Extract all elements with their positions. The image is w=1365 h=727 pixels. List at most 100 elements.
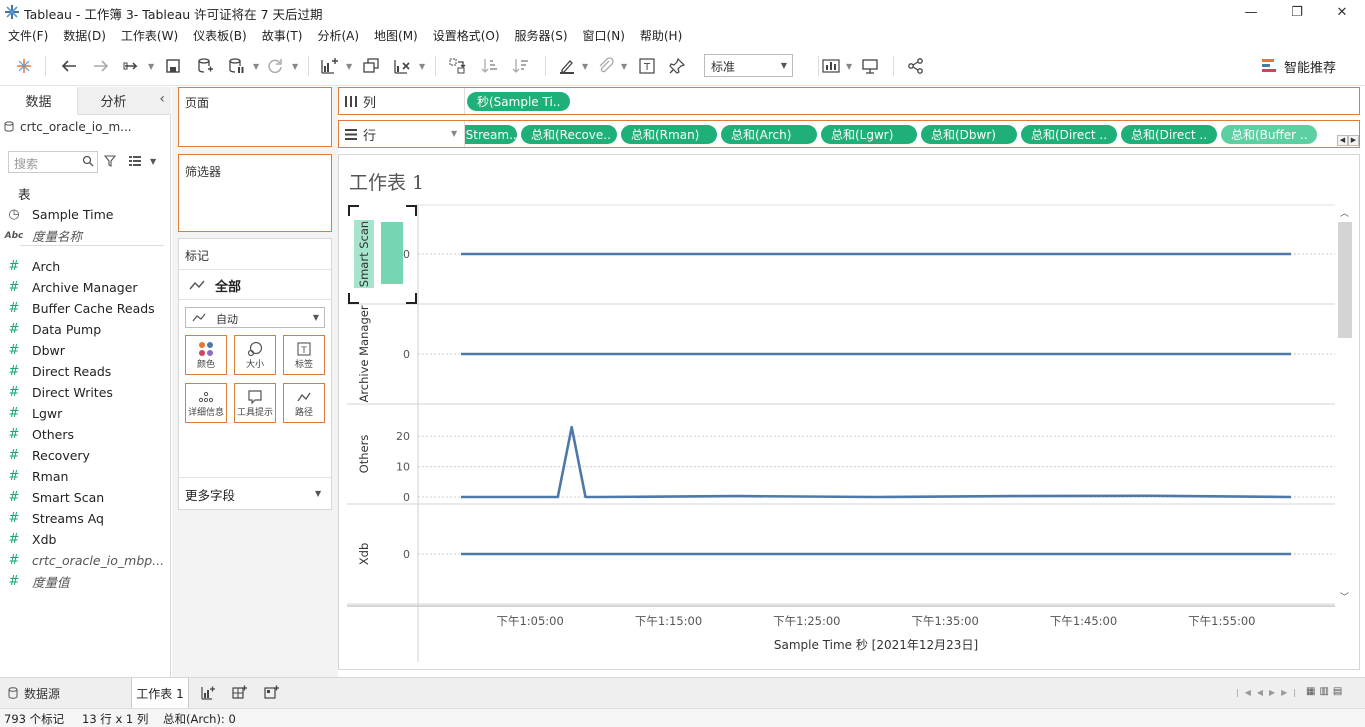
label-button[interactable]: T 标签 [283, 335, 325, 375]
field-item[interactable]: # Rman [0, 466, 171, 487]
pause-update-icon[interactable] [225, 55, 247, 77]
menu-window[interactable]: 窗口(N) [578, 27, 630, 44]
smart-recommend-button[interactable]: 智能推荐 [1262, 56, 1336, 76]
field-item[interactable]: # Others [0, 424, 171, 445]
field-item[interactable]: # Direct Reads [0, 361, 171, 382]
size-button[interactable]: 大小 [234, 335, 276, 375]
scroll-right-button[interactable]: ▶ [1348, 135, 1359, 146]
refresh-icon[interactable] [264, 55, 286, 77]
menu-data[interactable]: 数据(D) [58, 27, 111, 44]
tab-analysis[interactable]: 分析 ‹ [78, 87, 171, 115]
field-item[interactable]: # Smart Scan [0, 487, 171, 508]
save-icon[interactable] [162, 55, 184, 77]
chevron-down-icon[interactable]: ▼ [148, 62, 154, 71]
chevron-down-icon[interactable]: ▼ [846, 62, 852, 71]
share-icon[interactable] [905, 55, 927, 77]
rows-pill[interactable]: 总和(Direct .. [1121, 125, 1217, 144]
menu-help[interactable]: 帮助(H) [635, 27, 687, 44]
path-button[interactable]: 路径 [283, 383, 325, 423]
new-worksheet-icon[interactable] [200, 685, 216, 701]
chevron-down-icon[interactable]: ▼ [315, 489, 321, 498]
more-fields-label[interactable]: 更多字段 [185, 485, 235, 504]
detail-button[interactable]: 详细信息 [185, 383, 227, 423]
menu-server[interactable]: 服务器(S) [510, 27, 573, 44]
chevron-down-icon[interactable]: ▼ [253, 62, 259, 71]
replay-icon[interactable] [120, 55, 142, 77]
sheet-tab-1[interactable]: 工作表 1 [131, 678, 189, 708]
scroll-down-icon[interactable]: ﹀ [1340, 590, 1349, 603]
field-item[interactable]: # Streams Aq [0, 508, 171, 529]
new-worksheet-icon[interactable] [318, 55, 340, 77]
tooltip-button[interactable]: 工具提示 [234, 383, 276, 423]
mark-type-select[interactable]: 自动 ▼ [185, 307, 325, 328]
rows-shelf[interactable]: (Stream.. 总和(Recove.. 总和(Rman) 总和(Arch) 总和(L… [338, 120, 1360, 148]
minimize-button[interactable]: — [1228, 0, 1274, 24]
undo-icon[interactable] [58, 55, 80, 77]
menu-map[interactable]: 地图(M) [369, 27, 423, 44]
chevron-down-icon[interactable]: ▼ [292, 62, 298, 71]
field-item[interactable]: # Xdb [0, 529, 171, 550]
presentation-mode-icon[interactable] [859, 55, 881, 77]
highlight-icon[interactable] [556, 55, 578, 77]
line-chart[interactable]: Smart Scan 0 Archive Manager 0 Others 0 10 20 Xd… [347, 204, 1337, 662]
rows-pill[interactable]: 总和(Arch) [721, 125, 817, 144]
view-list-icon[interactable] [129, 156, 143, 166]
rows-pill[interactable]: 总和(Rman) [621, 125, 717, 144]
show-cards-icon[interactable] [820, 55, 842, 77]
field-item[interactable]: # Lgwr [0, 403, 171, 424]
columns-pill[interactable]: 秒(Sample Ti.. [467, 92, 571, 111]
chevron-down-icon[interactable]: ▼ [621, 62, 627, 71]
swap-rows-columns-icon[interactable] [446, 55, 468, 77]
new-datasource-icon[interactable] [194, 55, 216, 77]
chevron-down-icon[interactable]: ▼ [346, 62, 352, 71]
sort-ascending-icon[interactable] [479, 55, 501, 77]
chevron-down-icon[interactable]: ▼ [419, 62, 425, 71]
new-dashboard-icon[interactable] [232, 685, 248, 701]
menu-analysis[interactable]: 分析(A) [312, 27, 364, 44]
rows-pill[interactable]: 总和(Direct .. [1021, 125, 1117, 144]
color-button[interactable]: 颜色 [185, 335, 227, 375]
field-item[interactable]: # Archive Manager [0, 277, 171, 298]
filter-icon[interactable] [104, 155, 116, 167]
group-members-icon[interactable] [595, 55, 617, 77]
field-item[interactable]: # Buffer Cache Reads [0, 298, 171, 319]
new-story-icon[interactable] [264, 685, 280, 701]
menu-format[interactable]: 设置格式(O) [428, 27, 505, 44]
rows-pill[interactable]: 总和(Buffer .. [1221, 125, 1317, 144]
sheet-navigation-icons[interactable]: |◀◀▶▶| [1236, 688, 1302, 697]
fix-axes-pin-icon[interactable] [666, 55, 688, 77]
rows-pill[interactable]: 总和(Dbwr) [921, 125, 1017, 144]
maximize-button[interactable]: ❐ [1274, 0, 1320, 24]
datasource-tab[interactable]: 数据源 [0, 678, 130, 708]
field-item[interactable]: # Dbwr [0, 340, 171, 361]
tableau-home-icon[interactable] [13, 55, 35, 77]
close-button[interactable]: ✕ [1319, 0, 1365, 24]
field-item[interactable]: # crtc_oracle_io_mbp... [0, 550, 171, 571]
fit-select[interactable]: 标准 ▼ [704, 54, 793, 77]
columns-shelf[interactable]: 列 秒(Sample Ti.. [338, 87, 1360, 115]
rows-pill[interactable]: (Stream.. [459, 125, 517, 144]
scroll-left-button[interactable]: ◀ [1337, 135, 1348, 146]
duplicate-sheet-icon[interactable] [360, 55, 382, 77]
filters-shelf[interactable]: 筛选器 [178, 154, 332, 232]
field-item[interactable]: # Data Pump [0, 319, 171, 340]
chevron-down-icon[interactable]: ▼ [150, 157, 156, 166]
show-labels-icon[interactable]: T [636, 55, 658, 77]
scroll-up-icon[interactable]: ︿ [1340, 206, 1349, 219]
marks-all-label[interactable]: 全部 [215, 276, 241, 295]
field-item[interactable]: # Recovery [0, 445, 171, 466]
sort-descending-icon[interactable] [510, 55, 532, 77]
vertical-scrollbar[interactable]: ︿ ﹀ [1337, 206, 1354, 606]
scrollbar-thumb[interactable] [1338, 222, 1352, 338]
menu-dashboard[interactable]: 仪表板(B) [188, 27, 252, 44]
menu-worksheet[interactable]: 工作表(W) [116, 27, 183, 44]
rows-pill[interactable]: 总和(Lgwr) [821, 125, 917, 144]
field-item[interactable]: # Arch [0, 256, 171, 277]
menu-file[interactable]: 文件(F) [3, 27, 53, 44]
pages-shelf[interactable]: 页面 [178, 87, 332, 147]
field-item[interactable]: Abc 度量名称 [0, 225, 171, 246]
tab-data[interactable]: 数据 [0, 87, 78, 115]
field-item[interactable]: ◷ Sample Time [0, 204, 171, 225]
rows-pill[interactable]: 总和(Recove.. [521, 125, 617, 144]
chevron-down-icon[interactable]: ▼ [582, 62, 588, 71]
